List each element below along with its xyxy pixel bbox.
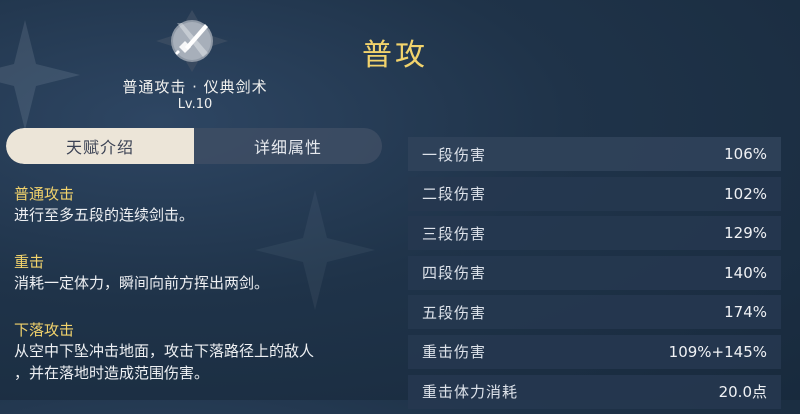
plunging-attack-heading: 下落攻击 [14,321,75,339]
attribute-row: 重击体力消耗 20.0点 [408,374,781,409]
attribute-value: 174% [724,303,767,322]
attribute-label: 四段伤害 [422,264,487,283]
plunging-attack-text: 从空中下坠冲击地面，攻击下落路径上的敌人 ，并在落地时造成范围伤害。 [14,340,384,384]
attribute-label: 二段伤害 [422,185,487,204]
tab-detailed-attributes[interactable]: 详细属性 [194,128,382,164]
background-star-icon [0,20,80,130]
skill-level: Lv.10 [177,97,213,112]
attribute-value: 106% [724,145,767,163]
attribute-label: 重击伤害 [422,343,487,362]
attribute-table: 一段伤害 106% 二段伤害 102% 三段伤害 129% 四段伤害 140% … [408,137,781,414]
page-title: 普攻 [362,38,428,73]
attribute-value: 102% [724,184,767,203]
attribute-value: 129% [724,224,767,243]
tab-bar: 天赋介绍 详细属性 [6,128,382,164]
charged-attack-text: 消耗一定体力，瞬间向前方挥出两剑。 [14,272,384,294]
talent-description: 普通攻击 进行至多五段的连续剑击。 重击 消耗一定体力，瞬间向前方挥出两剑。 下… [14,184,384,410]
charged-attack-heading: 重击 [14,253,45,271]
normal-attack-text: 进行至多五段的连续剑击。 [14,204,384,226]
attribute-row: 五段伤害 174% [408,295,781,330]
attribute-label: 重击体力消耗 [422,383,519,402]
attribute-row: 重击伤害 109%+145% [408,334,781,369]
skill-name: 普通攻击 · 仪典剑术 [122,78,268,96]
attribute-value: 109%+145% [668,342,767,361]
plunging-attack-line: ，并在落地时造成范围伤害。 [14,364,210,382]
attribute-row: 一段伤害 106% [408,137,781,171]
normal-attack-line: 进行至多五段的连续剑击。 [14,206,195,224]
attribute-value: 20.0点 [718,383,767,402]
attribute-label: 三段伤害 [422,224,487,243]
attribute-row: 三段伤害 129% [408,216,781,251]
attribute-value: 140% [724,263,767,282]
normal-attack-heading: 普通攻击 [14,185,75,203]
tab-talent-intro[interactable]: 天赋介绍 [6,128,194,164]
attribute-label: 五段伤害 [422,303,487,322]
skill-emblem-icon [156,10,228,72]
attribute-row: 四段伤害 140% [408,255,781,290]
attribute-label: 一段伤害 [422,145,487,164]
charged-attack-line: 消耗一定体力，瞬间向前方挥出两剑。 [14,274,270,292]
attribute-row: 二段伤害 102% [408,176,781,211]
plunging-attack-line: 从空中下坠冲击地面，攻击下落路径上的敌人 [14,342,315,360]
